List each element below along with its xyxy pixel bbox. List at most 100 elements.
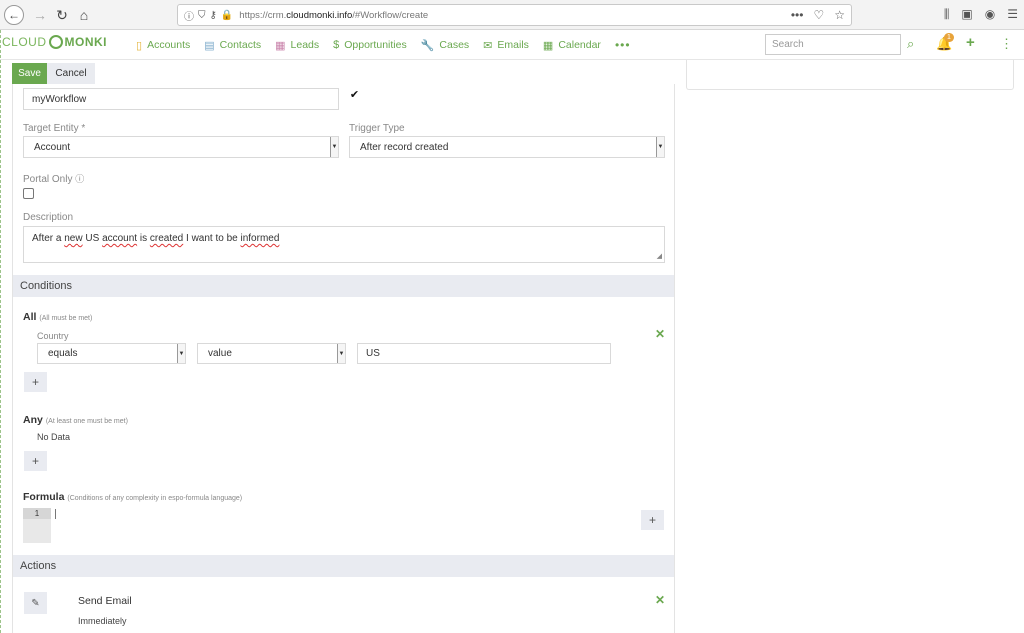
portal-only-checkbox[interactable] — [23, 188, 34, 199]
all-conditions-title: All (All must be met) — [23, 311, 92, 323]
condition-value-type-select[interactable]: value ▼ — [197, 343, 346, 364]
target-entity-select[interactable]: Account ▼ — [23, 136, 339, 158]
nav-item-cases[interactable]: 🔧 Cases — [421, 39, 469, 52]
condition-operator-select[interactable]: equals ▼ — [37, 343, 186, 364]
add-all-condition-button[interactable]: + — [24, 372, 47, 392]
trigger-type-label: Trigger Type — [349, 123, 405, 134]
menu-icon[interactable]: ☰ — [1007, 7, 1018, 22]
forward-arrow-icon[interactable]: → — [30, 5, 50, 25]
logo-right-text: MONKI — [64, 35, 108, 49]
side-panel — [686, 60, 1014, 90]
more-menu-icon[interactable]: ••• — [615, 38, 631, 52]
info-icon[interactable]: ⓘ — [184, 8, 194, 23]
address-bar[interactable]: ⓘ ⛉ ⚷ 🔒 https://crm.cloudmonki.info/#Wor… — [177, 4, 852, 26]
url-prefix: https://crm. — [239, 9, 287, 21]
nav-label: Cases — [439, 39, 470, 51]
dropdown-arrow-icon: ▼ — [656, 137, 664, 157]
operator-value: equals — [48, 348, 78, 359]
notification-badge: 1 — [944, 33, 954, 42]
target-entity-label: Target Entity * — [23, 123, 86, 134]
bell-icon[interactable]: 🔔 1 — [936, 33, 954, 52]
condition-field-label: Country — [37, 331, 69, 341]
desc-text: US — [82, 233, 103, 244]
browser-toolbar: ← → ↻ ⌂ ⓘ ⛉ ⚷ 🔒 https://crm.cloudmonki.i… — [0, 0, 1024, 30]
library-icon[interactable]: ⫼ — [944, 7, 950, 22]
home-icon[interactable]: ⌂ — [74, 5, 94, 25]
desc-text: After a — [32, 233, 65, 244]
page-actions-icon[interactable]: ••• — [791, 8, 804, 22]
add-formula-button[interactable]: + — [641, 510, 664, 530]
account-icon[interactable]: ◉ — [985, 7, 995, 22]
remove-action-icon[interactable]: ✕ — [655, 593, 665, 607]
reload-icon[interactable]: ↻ — [52, 5, 72, 25]
back-arrow-icon[interactable]: ← — [4, 5, 24, 25]
formula-title-text: Formula — [23, 491, 65, 503]
any-title-text: Any — [23, 414, 43, 426]
cloudmonki-logo[interactable]: CLOUD MONKI — [2, 35, 107, 49]
save-button[interactable]: Save — [12, 63, 47, 84]
desc-text: I want to be — [183, 233, 241, 244]
bookmark-star-icon[interactable]: ☆ — [834, 8, 845, 22]
conditions-header: Conditions — [13, 275, 674, 297]
id-card-icon: ▦ — [275, 39, 286, 52]
any-no-data: No Data — [37, 432, 71, 442]
condition-value-input[interactable] — [357, 343, 611, 364]
description-textarea[interactable]: After a new US account is created I want… — [23, 226, 665, 263]
search-icon[interactable]: ⌕ — [907, 36, 914, 52]
url-path: /#Workflow/create — [352, 9, 429, 21]
url-domain: cloudmonki.info — [286, 9, 353, 21]
contact-card-icon: ▤ — [204, 39, 215, 52]
portal-only-text: Portal Only — [23, 174, 73, 185]
lock-icon[interactable]: 🔒 — [221, 10, 233, 21]
nav-item-emails[interactable]: ✉ Emails — [483, 39, 529, 52]
actions-header: Actions — [13, 555, 674, 577]
formula-title: Formula (Conditions of any complexity in … — [23, 491, 242, 503]
desc-text: informed — [240, 233, 280, 244]
desc-text: account — [102, 233, 138, 244]
action-timing: Immediately — [78, 616, 127, 626]
target-entity-value: Account — [34, 141, 71, 153]
nav-item-contacts[interactable]: ▤ Contacts — [204, 39, 261, 52]
add-any-condition-button[interactable]: + — [24, 451, 47, 471]
pencil-icon: ✎ — [31, 597, 40, 609]
resize-handle-icon[interactable]: ◢ — [657, 252, 662, 260]
sidebar-icon[interactable]: ▣ — [961, 7, 972, 22]
all-title-text: All — [23, 311, 37, 323]
any-hint: (At least one must be met) — [45, 418, 128, 425]
building-icon: ▯ — [136, 39, 143, 52]
trigger-type-select[interactable]: After record created ▼ — [349, 136, 665, 158]
nav-item-calendar[interactable]: ▦ Calendar — [543, 39, 601, 52]
nav-label: Emails — [497, 39, 529, 51]
desc-text: is — [137, 233, 150, 244]
pocket-icon[interactable]: ♡ — [813, 8, 824, 22]
shield-icon[interactable]: ⛉ — [198, 10, 206, 21]
cancel-button[interactable]: Cancel — [47, 63, 95, 84]
nav-item-leads[interactable]: ▦ Leads — [275, 39, 319, 52]
remove-condition-icon[interactable]: ✕ — [655, 327, 665, 341]
dropdown-arrow-icon: ▼ — [337, 344, 345, 363]
wrench-icon: 🔧 — [420, 39, 435, 52]
desc-text: new — [64, 233, 83, 244]
active-checkbox[interactable]: ✔ — [349, 90, 360, 102]
edit-action-button[interactable]: ✎ — [24, 592, 47, 614]
workflow-form: ✔ Target Entity * Account ▼ Trigger Type… — [12, 84, 675, 633]
dropdown-arrow-icon: ▼ — [177, 344, 185, 363]
workflow-name-input[interactable] — [23, 88, 339, 110]
nav-item-accounts[interactable]: ▯ Accounts — [136, 39, 190, 52]
trigger-type-value: After record created — [360, 141, 449, 153]
key-icon[interactable]: ⚷ — [210, 10, 217, 21]
formula-editor-cursor[interactable] — [55, 509, 56, 519]
url-text: https://crm.cloudmonki.info/#Workflow/cr… — [239, 10, 428, 21]
calendar-icon: ▦ — [542, 39, 554, 52]
app-navbar: CLOUD MONKI ▯ Accounts ▤ Contacts ▦ Leads $ O… — [0, 30, 1024, 60]
info-circle-icon[interactable]: ⓘ — [75, 174, 84, 184]
nav-label: Opportunities — [344, 39, 407, 51]
plus-icon[interactable]: + — [966, 34, 975, 51]
nav-label: Calendar — [558, 39, 601, 51]
description-label: Description — [23, 212, 74, 223]
kebab-menu-icon[interactable]: ⋮ — [1000, 36, 1013, 52]
nav-item-opportunities[interactable]: $ Opportunities — [333, 39, 407, 51]
dollar-icon: $ — [333, 39, 340, 51]
search-input[interactable] — [765, 34, 901, 55]
formula-line-number: 1 — [23, 508, 51, 519]
